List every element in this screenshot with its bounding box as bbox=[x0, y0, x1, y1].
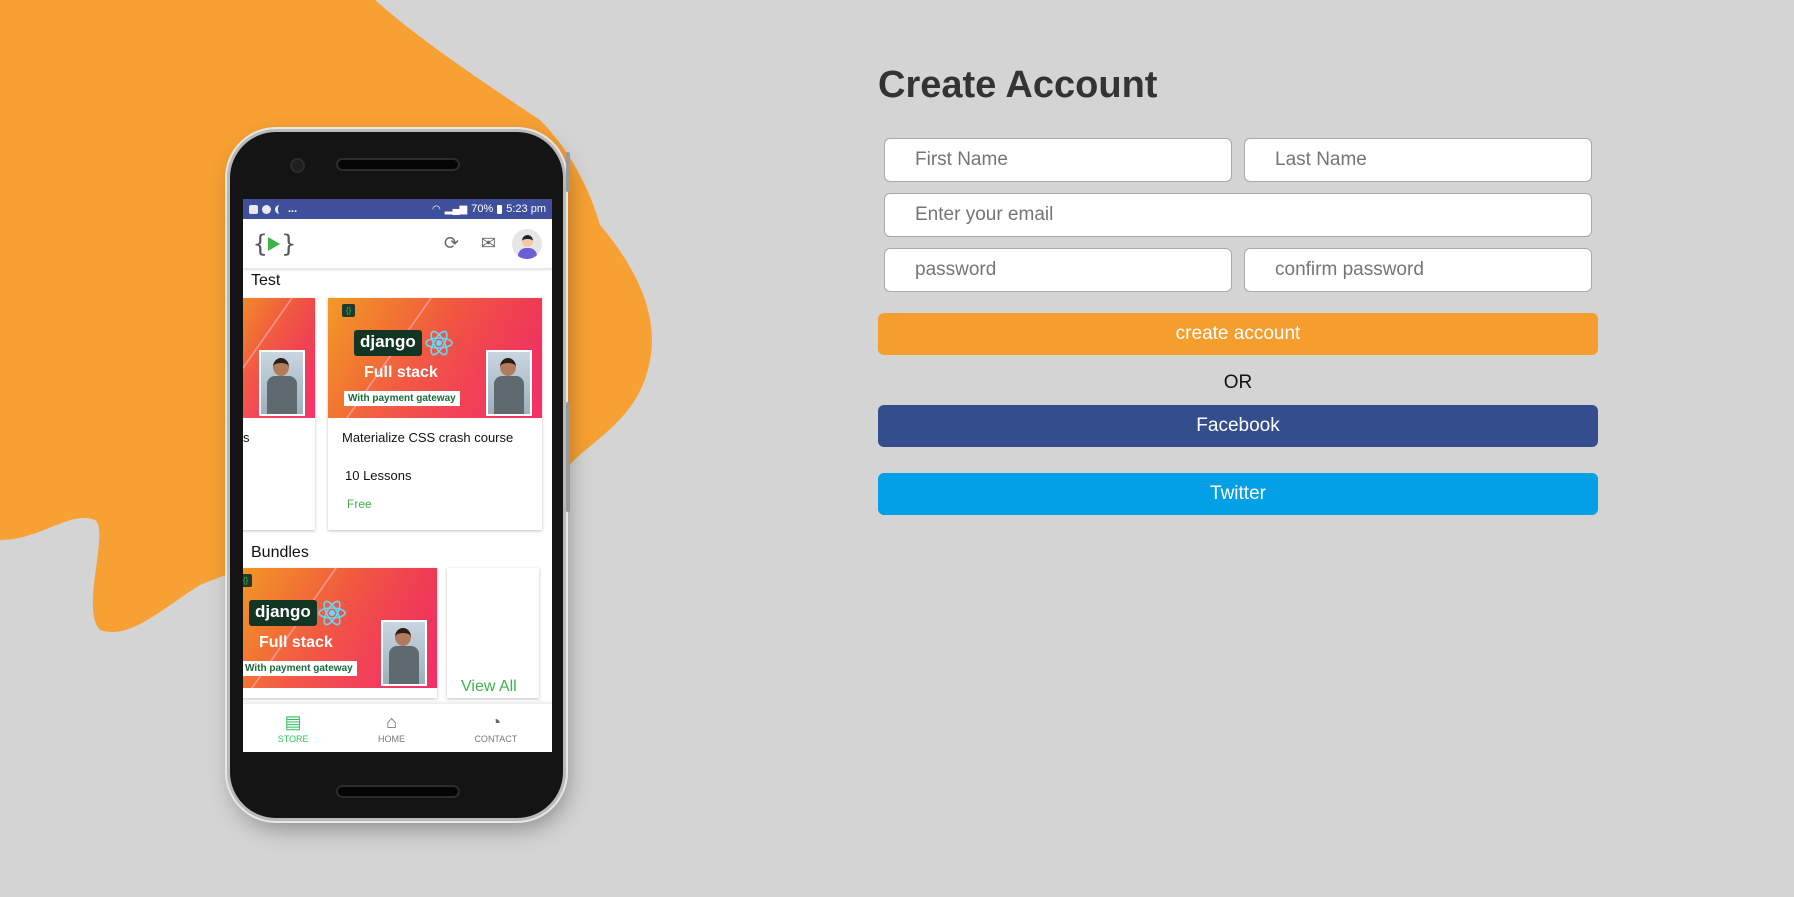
view-all-link[interactable]: View All bbox=[461, 678, 517, 696]
course-card-partial[interactable]: s bbox=[243, 298, 315, 530]
nav-contact[interactable]: ◔ CONTACT bbox=[474, 713, 517, 744]
phone-mockup: ... ◠ ▂▄▆ 70% 5:23 pm { } ⟳ ✉ Test s {} … bbox=[230, 132, 570, 818]
confirm-password-field[interactable] bbox=[1244, 248, 1592, 292]
mail-open-icon[interactable]: ✉ bbox=[481, 233, 496, 254]
battery-level: 70% bbox=[471, 203, 494, 215]
bundle-card[interactable]: {} django Full stack With payment gatewa… bbox=[243, 568, 437, 698]
last-name-field[interactable] bbox=[1244, 138, 1592, 182]
view-all-card[interactable]: View All bbox=[447, 568, 539, 698]
nav-label: HOME bbox=[378, 733, 405, 744]
instructor-photo bbox=[486, 350, 532, 416]
gallery-notification-icon bbox=[249, 204, 258, 214]
bundles-carousel[interactable]: {} django Full stack With payment gatewa… bbox=[243, 564, 552, 704]
play-icon bbox=[268, 236, 281, 251]
course-thumbnail: {} django Full stack With payment gatewa… bbox=[328, 298, 542, 418]
front-camera bbox=[292, 160, 303, 171]
mini-logo-icon: {} bbox=[342, 304, 355, 317]
nav-store[interactable]: ▤ STORE bbox=[278, 713, 309, 744]
react-logo-icon bbox=[318, 600, 346, 626]
sync-icon[interactable]: ⟳ bbox=[444, 233, 459, 254]
bottom-navigation: ▤ STORE ⌂ HOME ◔ CONTACT bbox=[243, 703, 552, 752]
moon-notification-icon bbox=[275, 204, 284, 214]
instructor-photo bbox=[381, 620, 427, 686]
nav-home[interactable]: ⌂ HOME bbox=[378, 713, 405, 744]
avatar[interactable] bbox=[512, 228, 542, 259]
instructor-photo bbox=[259, 350, 305, 416]
clock: 5:23 pm bbox=[506, 203, 546, 215]
twitter-button[interactable]: Twitter bbox=[878, 473, 1598, 515]
email-field[interactable] bbox=[884, 193, 1592, 237]
earpiece-speaker bbox=[338, 160, 458, 169]
bundle-thumbnail: {} django Full stack With payment gatewa… bbox=[243, 568, 437, 688]
nav-label: CONTACT bbox=[474, 733, 518, 744]
more-notifications: ... bbox=[288, 203, 298, 215]
section-title-test: Test bbox=[251, 272, 281, 289]
app-logo-icon[interactable]: { } bbox=[253, 230, 296, 258]
wifi-icon: ◠ bbox=[432, 203, 441, 215]
lesson-count: 10 Lessons bbox=[345, 468, 412, 483]
mini-logo-icon: {} bbox=[243, 574, 252, 587]
dnd-notification-icon bbox=[262, 204, 271, 214]
power-button bbox=[566, 152, 570, 192]
nav-label: STORE bbox=[277, 733, 309, 744]
phone-screen: ... ◠ ▂▄▆ 70% 5:23 pm { } ⟳ ✉ Test s {} … bbox=[243, 199, 552, 752]
home-icon: ⌂ bbox=[386, 711, 397, 732]
rss-icon: ◔ bbox=[490, 711, 502, 732]
bottom-speaker bbox=[338, 787, 458, 796]
thumb-tag: With payment gateway bbox=[344, 391, 460, 406]
app-bar: { } ⟳ ✉ bbox=[243, 219, 552, 269]
course-thumbnail bbox=[243, 298, 315, 418]
status-bar: ... ◠ ▂▄▆ 70% 5:23 pm bbox=[243, 199, 552, 219]
thumb-tag: With payment gateway bbox=[243, 661, 357, 676]
django-badge: django bbox=[354, 330, 422, 356]
facebook-button[interactable]: Facebook bbox=[878, 405, 1598, 447]
battery-icon bbox=[497, 204, 503, 214]
course-card[interactable]: {} django Full stack With payment gatewa… bbox=[328, 298, 542, 530]
course-price: Free bbox=[347, 497, 372, 511]
thumb-headline: Full stack bbox=[364, 364, 438, 381]
store-icon: ▤ bbox=[284, 711, 302, 732]
page-title: Create Account bbox=[878, 64, 1158, 106]
create-account-button[interactable]: create account bbox=[878, 313, 1598, 355]
react-logo-icon bbox=[425, 330, 453, 356]
first-name-field[interactable] bbox=[884, 138, 1232, 182]
course-title: Materialize CSS crash course bbox=[342, 430, 514, 445]
password-field[interactable] bbox=[884, 248, 1232, 292]
test-carousel[interactable]: s {} django Full stack With payment gate… bbox=[243, 292, 552, 530]
card-title: s bbox=[243, 430, 250, 445]
signal-icon: ▂▄▆ bbox=[444, 203, 468, 215]
django-badge: django bbox=[249, 600, 317, 626]
or-divider: OR bbox=[1223, 372, 1253, 393]
thumb-headline: Full stack bbox=[259, 634, 333, 651]
volume-rocker bbox=[566, 402, 570, 512]
section-title-bundles: Bundles bbox=[251, 544, 309, 561]
